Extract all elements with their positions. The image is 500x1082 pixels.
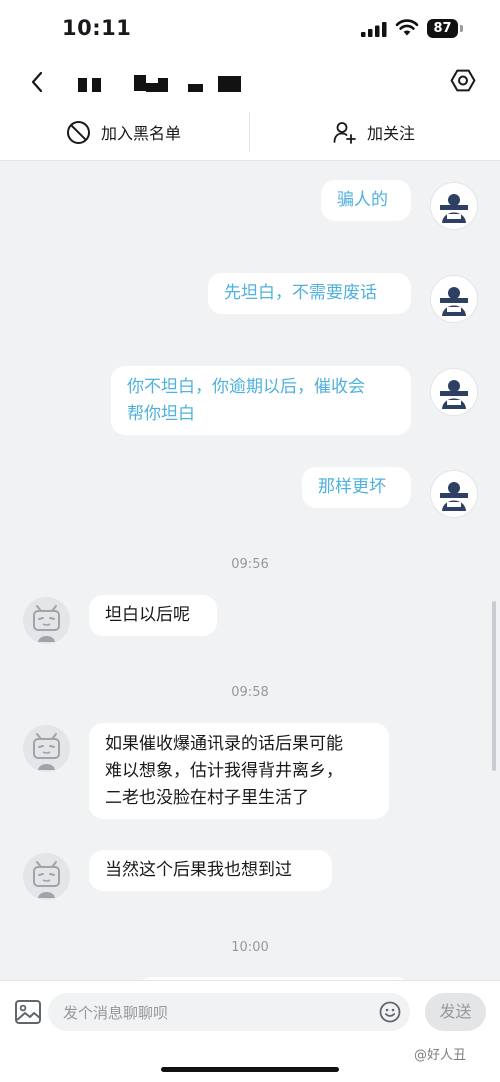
block-icon — [67, 120, 90, 144]
status-time: 10:11 — [62, 16, 132, 40]
message-list[interactable]: 骗人的 先坦白，不需要废话 你不坦白，你逾期以后，催收会 帮你坦白 那样更坏 0… — [0, 161, 500, 980]
my-avatar[interactable] — [430, 275, 478, 323]
contact-avatar[interactable] — [23, 853, 70, 900]
my-avatar[interactable] — [430, 182, 478, 230]
action-divider — [249, 112, 250, 152]
message-bubble-sent[interactable]: 你不坦白，你逾期以后，催收会 帮你坦白 — [111, 366, 411, 435]
message-text: 骗人的 — [337, 190, 388, 210]
back-arrow-icon[interactable] — [26, 68, 54, 96]
chat-header — [0, 60, 500, 104]
block-label: 加入黑名单 — [101, 124, 182, 143]
message-text: 坦白以后呢 — [105, 605, 190, 625]
battery-icon: 87 — [427, 19, 458, 38]
add-user-icon — [333, 121, 356, 144]
message-bubble-sent[interactable]: 先坦白，不需要废话 — [208, 273, 411, 314]
scrollbar[interactable] — [492, 601, 496, 771]
message-input-bar: 发个消息聊聊呗 发送 @好人丑 — [0, 980, 500, 1082]
image-icon[interactable] — [14, 998, 42, 1026]
send-button[interactable]: 发送 — [425, 993, 486, 1031]
message-timestamp: 09:58 — [231, 685, 269, 700]
signal-icon — [361, 22, 387, 37]
message-text-line: 如果催收爆通讯录的话后果可能 — [105, 734, 343, 754]
contact-avatar[interactable] — [23, 597, 70, 644]
follow-button[interactable]: 加关注 — [333, 104, 415, 160]
message-text-line: 帮你坦白 — [127, 404, 195, 424]
battery-tip — [460, 25, 463, 32]
watermark: @好人丑 — [414, 1048, 467, 1063]
status-bar: 10:11 87 — [0, 0, 500, 60]
tv-mascot-icon — [33, 605, 60, 642]
emoji-icon[interactable] — [379, 1001, 401, 1023]
message-text: 先坦白，不需要废话 — [224, 283, 377, 303]
my-avatar[interactable] — [430, 368, 478, 416]
contact-avatar[interactable] — [23, 725, 70, 772]
my-avatar[interactable] — [430, 470, 478, 518]
wifi-icon — [395, 19, 419, 36]
message-input-placeholder: 发个消息聊聊呗 — [63, 1004, 169, 1022]
message-text-line: 难以想象，估计我得背井离乡， — [105, 761, 343, 781]
home-indicator — [161, 1067, 339, 1072]
message-bubble-received[interactable]: 坦白以后呢 — [89, 595, 217, 636]
message-bubble-received[interactable]: 如果催收爆通讯录的话后果可能 难以想象，估计我得背井离乡， 二老也没脸在村子里生… — [89, 723, 389, 819]
avatar-image-icon — [440, 482, 468, 511]
follow-label: 加关注 — [367, 124, 416, 143]
message-bubble-sent[interactable]: 骗人的 — [321, 180, 411, 221]
message-text: 当然这个后果我也想到过 — [105, 860, 292, 880]
message-text-line: 二老也没脸在村子里生活了 — [105, 788, 309, 808]
message-text: 那样更坏 — [318, 477, 386, 497]
avatar-image-icon — [440, 194, 468, 223]
message-timestamp: 10:00 — [231, 940, 269, 955]
tv-mascot-icon — [33, 733, 60, 770]
avatar-image-icon — [440, 287, 468, 316]
avatar-image-icon — [440, 380, 468, 409]
message-input[interactable]: 发个消息聊聊呗 — [48, 993, 410, 1031]
message-text-line: 你不坦白，你逾期以后，催收会 — [127, 377, 365, 397]
settings-hexagon-icon[interactable] — [448, 66, 478, 96]
message-bubble-sent[interactable]: 那样更坏 — [302, 467, 411, 508]
block-button[interactable]: 加入黑名单 — [66, 104, 181, 160]
tv-mascot-icon — [33, 861, 60, 898]
message-timestamp: 09:56 — [231, 557, 269, 572]
action-row: 加入黑名单 加关注 — [0, 104, 500, 161]
message-bubble-received[interactable]: 当然这个后果我也想到过 — [89, 850, 332, 891]
